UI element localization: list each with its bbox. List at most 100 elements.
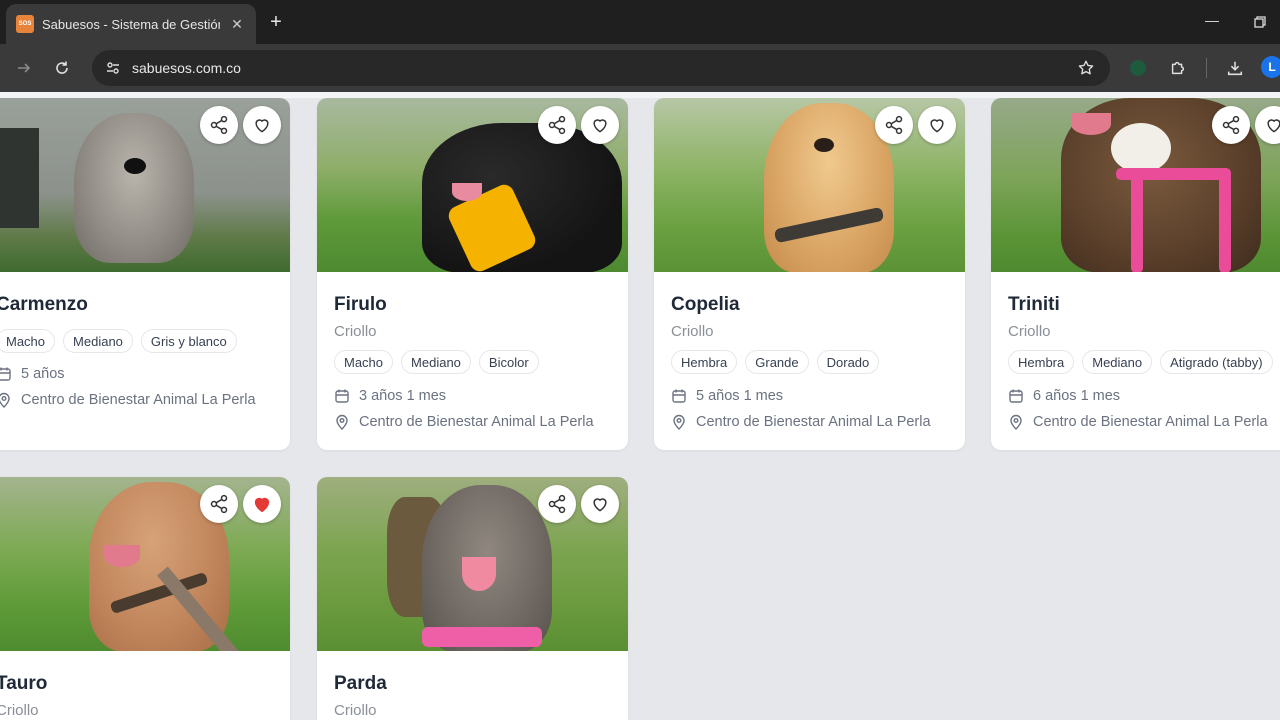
share-icon bbox=[548, 494, 566, 514]
location-pin-icon bbox=[1008, 414, 1024, 430]
dog-breed: Criollo bbox=[0, 702, 39, 719]
toolbar-divider bbox=[1206, 58, 1207, 78]
calendar-icon bbox=[334, 388, 350, 404]
dog-tags: Macho Mediano Gris y blanco bbox=[0, 329, 237, 353]
share-button[interactable] bbox=[538, 485, 576, 523]
page-content: Carmenzo Macho Mediano Gris y blanco 5 a… bbox=[0, 92, 1280, 720]
dog-age: 6 años 1 mes bbox=[1008, 388, 1120, 404]
dog-tags: Hembra Mediano Atigrado (tabby) bbox=[1008, 350, 1273, 374]
age-text: 6 años 1 mes bbox=[1033, 388, 1121, 404]
dog-photo[interactable] bbox=[0, 98, 290, 272]
dog-card[interactable]: Parda Criollo bbox=[317, 477, 628, 720]
tag-sex: Macho bbox=[334, 350, 394, 374]
forward-arrow-icon[interactable] bbox=[12, 56, 36, 80]
profile-avatar[interactable]: L bbox=[1261, 56, 1280, 78]
close-tab-icon[interactable]: ✕ bbox=[228, 16, 246, 33]
dog-photo[interactable] bbox=[0, 477, 290, 651]
extensions-puzzle-icon[interactable] bbox=[1166, 56, 1190, 80]
location-text: Centro de Bienestar Animal La Perla bbox=[1033, 414, 1268, 430]
dog-breed: Criollo bbox=[1008, 323, 1051, 340]
location-text: Centro de Bienestar Animal La Perla bbox=[359, 414, 594, 430]
location-pin-icon bbox=[334, 414, 350, 430]
dog-location: Centro de Bienestar Animal La Perla bbox=[1008, 414, 1268, 430]
tag-color: Bicolor bbox=[478, 350, 539, 374]
dog-location: Centro de Bienestar Animal La Perla bbox=[0, 392, 256, 408]
share-button[interactable] bbox=[200, 485, 238, 523]
dog-photo[interactable] bbox=[991, 98, 1280, 272]
heart-outline-icon bbox=[255, 119, 269, 133]
address-bar[interactable]: sabuesos.com.co bbox=[92, 50, 1110, 86]
heart-outline-icon bbox=[930, 119, 944, 133]
share-button[interactable] bbox=[1212, 106, 1250, 144]
tag-color: Dorado bbox=[816, 350, 880, 374]
share-icon bbox=[210, 115, 228, 135]
tag-size: Mediano bbox=[63, 329, 133, 353]
favorite-button-active[interactable] bbox=[243, 485, 281, 523]
reload-icon[interactable] bbox=[50, 56, 74, 80]
dog-tags: Hembra Grande Dorado bbox=[671, 350, 880, 374]
heart-filled-icon bbox=[254, 497, 270, 513]
calendar-icon bbox=[0, 366, 12, 382]
favorite-button[interactable] bbox=[918, 106, 956, 144]
site-favicon-icon: SOS bbox=[16, 15, 34, 33]
tag-size: Mediano bbox=[401, 350, 471, 374]
browser-tab[interactable]: SOS Sabuesos - Sistema de Gestión ✕ bbox=[6, 4, 256, 44]
dog-age: 5 años 1 mes bbox=[671, 388, 783, 404]
heart-outline-icon bbox=[1267, 119, 1280, 133]
tab-title: Sabuesos - Sistema de Gestión bbox=[42, 16, 220, 32]
tag-sex: Macho bbox=[0, 329, 56, 353]
dog-name[interactable]: Parda bbox=[334, 673, 387, 695]
tag-color: Gris y blanco bbox=[140, 329, 237, 353]
new-tab-icon[interactable]: + bbox=[266, 10, 286, 34]
dog-location: Centro de Bienestar Animal La Perla bbox=[671, 414, 931, 430]
dog-name[interactable]: Firulo bbox=[334, 294, 387, 316]
dog-name[interactable]: Triniti bbox=[1008, 294, 1060, 316]
share-icon bbox=[548, 115, 566, 135]
dog-breed: Criollo bbox=[334, 702, 377, 719]
dog-card[interactable]: Carmenzo Macho Mediano Gris y blanco 5 a… bbox=[0, 98, 290, 450]
dog-card[interactable]: Triniti Criollo Hembra Mediano Atigrado … bbox=[991, 98, 1280, 450]
location-pin-icon bbox=[0, 392, 12, 408]
dog-breed: Criollo bbox=[334, 323, 377, 340]
dog-card[interactable]: Tauro Criollo bbox=[0, 477, 290, 720]
tag-size: Mediano bbox=[1082, 350, 1153, 374]
bookmark-star-icon[interactable] bbox=[1076, 58, 1096, 78]
calendar-icon bbox=[1008, 388, 1024, 404]
dog-age: 3 años 1 mes bbox=[334, 388, 446, 404]
dog-name[interactable]: Carmenzo bbox=[0, 294, 88, 316]
favorite-button[interactable] bbox=[581, 106, 619, 144]
dog-photo[interactable] bbox=[654, 98, 965, 272]
age-text: 5 años bbox=[21, 366, 65, 382]
tag-color: Atigrado (tabby) bbox=[1160, 350, 1273, 374]
dog-card[interactable]: Copelia Criollo Hembra Grande Dorado 5 a… bbox=[654, 98, 965, 450]
share-icon bbox=[210, 494, 228, 514]
browser-tab-bar: SOS Sabuesos - Sistema de Gestión ✕ + — bbox=[0, 0, 1280, 44]
age-text: 3 años 1 mes bbox=[359, 388, 447, 404]
extension-status-icon[interactable] bbox=[1126, 56, 1150, 80]
heart-outline-icon bbox=[593, 498, 607, 512]
dog-name[interactable]: Copelia bbox=[671, 294, 740, 316]
url-text: sabuesos.com.co bbox=[132, 60, 241, 76]
dog-photo[interactable] bbox=[317, 98, 628, 272]
dog-card[interactable]: Firulo Criollo Macho Mediano Bicolor 3 a… bbox=[317, 98, 628, 450]
share-icon bbox=[885, 115, 903, 135]
downloads-icon[interactable] bbox=[1223, 56, 1247, 80]
age-text: 5 años 1 mes bbox=[696, 388, 784, 404]
share-icon bbox=[1222, 115, 1240, 135]
share-button[interactable] bbox=[875, 106, 913, 144]
location-text: Centro de Bienestar Animal La Perla bbox=[696, 414, 931, 430]
dog-breed: Criollo bbox=[671, 323, 714, 340]
favorite-button[interactable] bbox=[581, 485, 619, 523]
dog-name[interactable]: Tauro bbox=[0, 673, 47, 695]
heart-outline-icon bbox=[593, 119, 607, 133]
share-button[interactable] bbox=[200, 106, 238, 144]
site-settings-icon[interactable] bbox=[102, 57, 124, 79]
favorite-button[interactable] bbox=[243, 106, 281, 144]
dog-photo[interactable] bbox=[317, 477, 628, 651]
share-button[interactable] bbox=[538, 106, 576, 144]
restore-window-icon[interactable] bbox=[1250, 12, 1270, 32]
tag-sex: Hembra bbox=[671, 350, 738, 374]
location-text: Centro de Bienestar Animal La Perla bbox=[21, 392, 256, 408]
calendar-icon bbox=[671, 388, 687, 404]
minimize-window-icon[interactable]: — bbox=[1202, 12, 1222, 32]
